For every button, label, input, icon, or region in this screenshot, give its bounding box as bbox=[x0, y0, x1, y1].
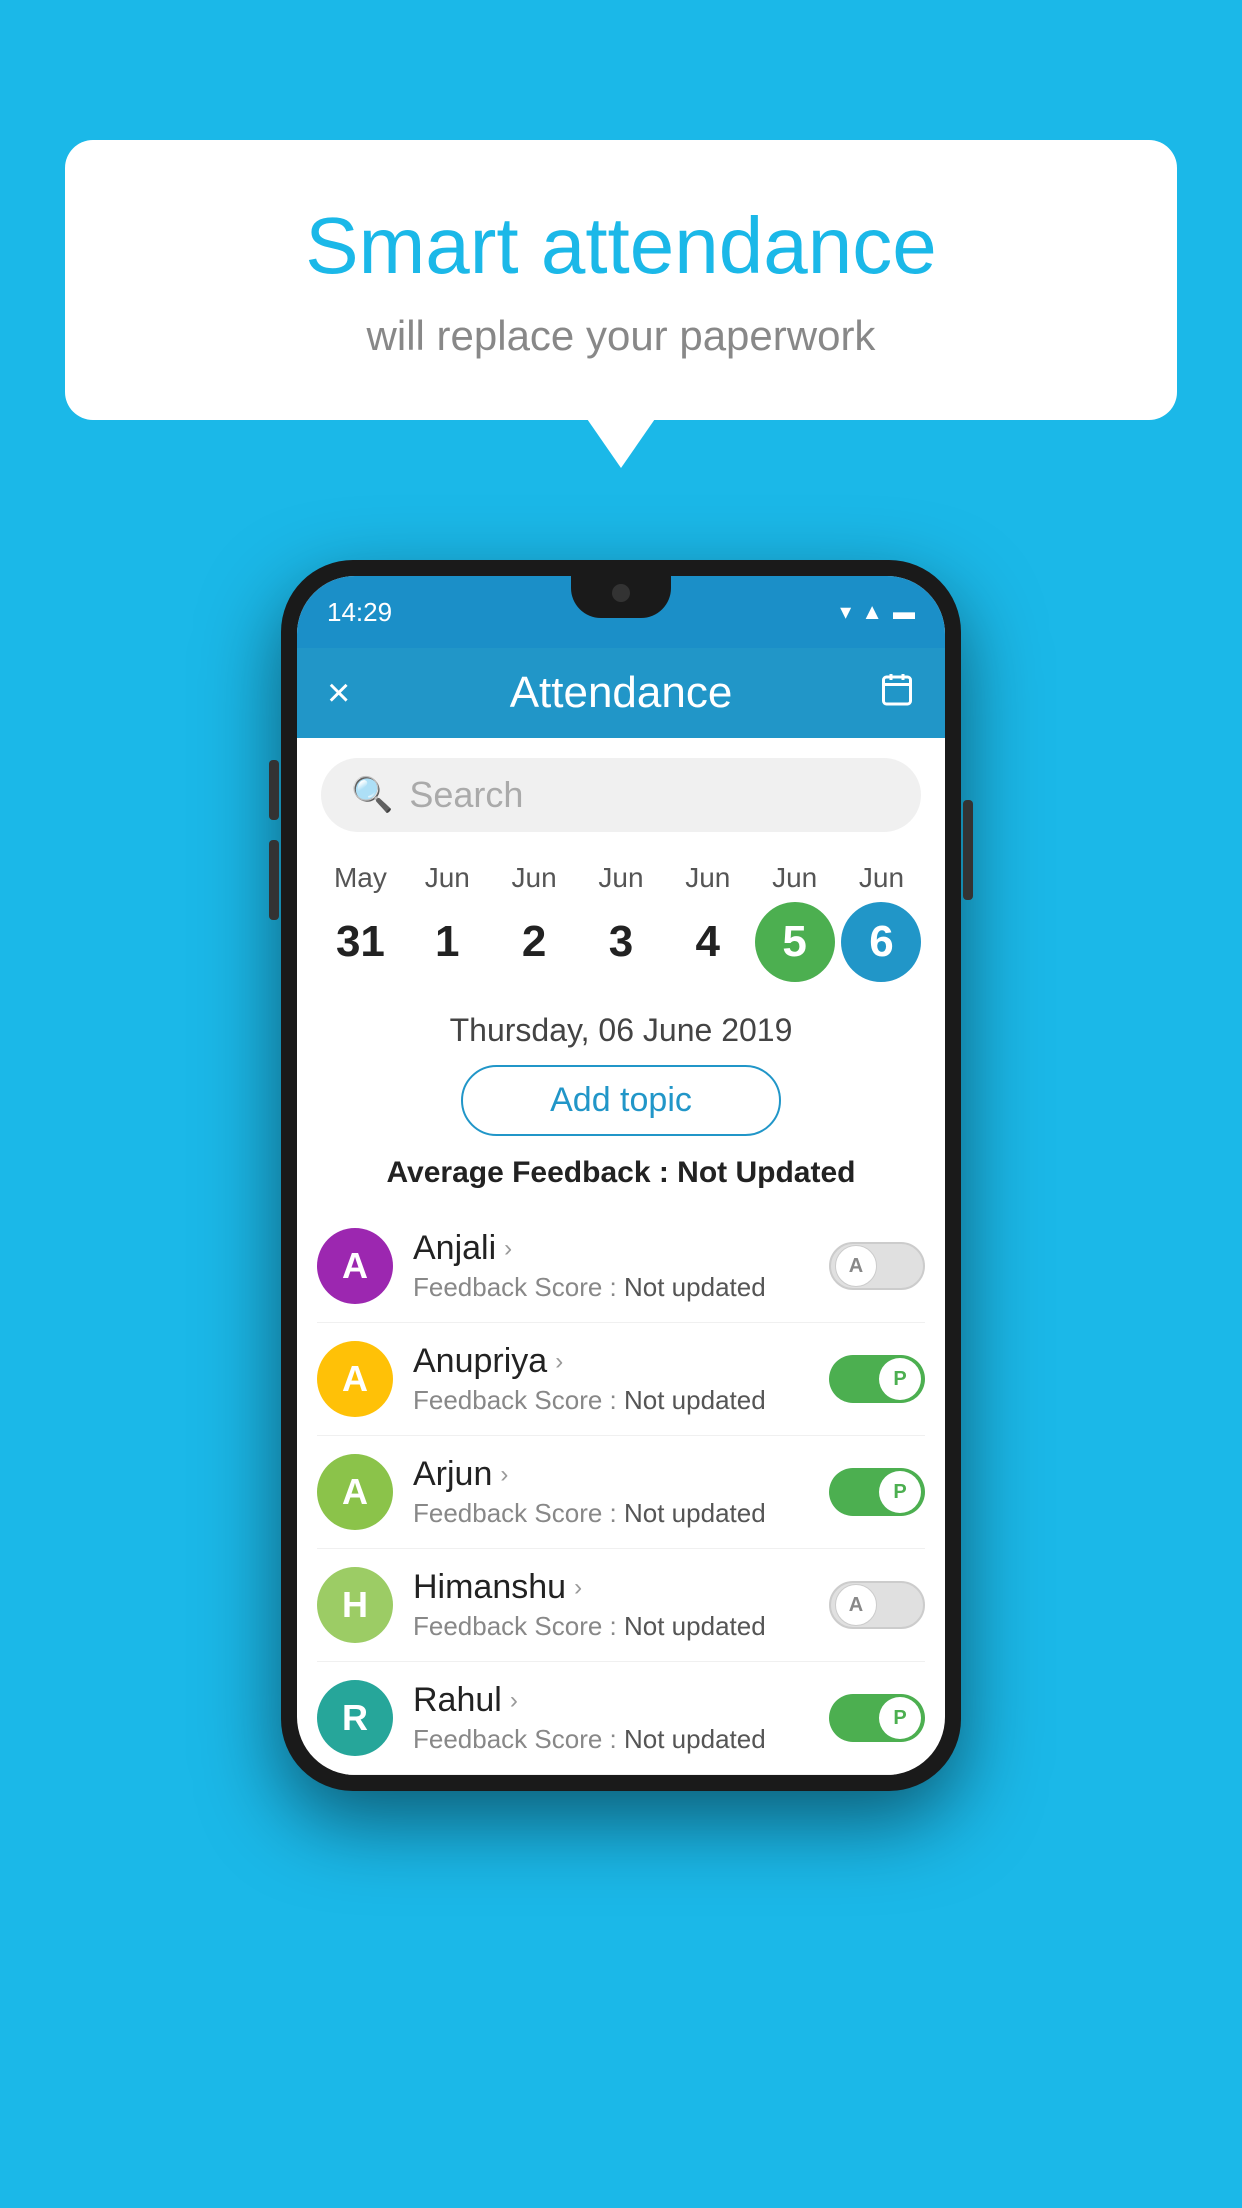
student-info-4: Rahul › Feedback Score : Not updated bbox=[413, 1681, 829, 1755]
chevron-icon-2: › bbox=[500, 1461, 508, 1489]
avg-feedback-value: Not Updated bbox=[677, 1156, 855, 1189]
front-camera bbox=[612, 584, 630, 602]
speech-bubble-title: Smart attendance bbox=[145, 200, 1097, 292]
student-item-0[interactable]: AAnjali ›Feedback Score : Not updatedA bbox=[317, 1210, 925, 1323]
student-avatar-0: A bbox=[317, 1228, 393, 1304]
calendar-date-3[interactable]: 3 bbox=[581, 902, 661, 982]
attendance-toggle-0[interactable]: A bbox=[829, 1242, 925, 1290]
selected-date-display: Thursday, 06 June 2019 bbox=[297, 1012, 945, 1049]
calendar-strip: MayJunJunJunJunJunJun 31123456 bbox=[297, 852, 945, 1002]
calendar-month-1: Jun bbox=[407, 862, 487, 894]
student-avatar-2: A bbox=[317, 1454, 393, 1530]
student-name-1: Anupriya › bbox=[413, 1342, 829, 1381]
feedback-score-0: Feedback Score : Not updated bbox=[413, 1272, 829, 1303]
phone-outer: 14:29 ▾ ▲ ▬ × Attendance bbox=[281, 560, 961, 1791]
search-icon: 🔍 bbox=[351, 775, 393, 815]
feedback-score-1: Feedback Score : Not updated bbox=[413, 1385, 829, 1416]
status-bar: 14:29 ▾ ▲ ▬ bbox=[297, 576, 945, 648]
app-bar: × Attendance bbox=[297, 648, 945, 738]
student-name-2: Arjun › bbox=[413, 1455, 829, 1494]
chevron-icon-4: › bbox=[510, 1687, 518, 1715]
average-feedback: Average Feedback : Not Updated bbox=[297, 1156, 945, 1190]
battery-icon: ▬ bbox=[893, 599, 915, 625]
toggle-knob-1: P bbox=[879, 1358, 921, 1400]
student-item-2[interactable]: A Arjun › Feedback Score : Not updated P bbox=[317, 1436, 925, 1549]
student-avatar-4: R bbox=[317, 1680, 393, 1756]
student-item-1[interactable]: A Anupriya › Feedback Score : Not updated P bbox=[317, 1323, 925, 1436]
calendar-month-3: Jun bbox=[581, 862, 661, 894]
search-bar[interactable]: 🔍 Search bbox=[321, 758, 921, 832]
speech-bubble-subtitle: will replace your paperwork bbox=[145, 312, 1097, 360]
power-button[interactable] bbox=[963, 800, 973, 900]
student-name-0: Anjali › bbox=[413, 1229, 829, 1268]
calendar-month-2: Jun bbox=[494, 862, 574, 894]
attendance-toggle-3[interactable]: A bbox=[829, 1581, 925, 1629]
toggle-knob-4: P bbox=[879, 1697, 921, 1739]
feedback-score-4: Feedback Score : Not updated bbox=[413, 1724, 829, 1755]
status-time: 14:29 bbox=[327, 597, 392, 628]
feedback-score-2: Feedback Score : Not updated bbox=[413, 1498, 829, 1529]
toggle-knob-3: A bbox=[835, 1584, 877, 1626]
phone-wrapper: 14:29 ▾ ▲ ▬ × Attendance bbox=[281, 560, 961, 1791]
student-info-0: Anjali › Feedback Score : Not updated bbox=[413, 1229, 829, 1303]
search-placeholder: Search bbox=[409, 774, 523, 816]
calendar-date-4[interactable]: 4 bbox=[668, 902, 748, 982]
calendar-month-4: Jun bbox=[668, 862, 748, 894]
student-avatar-1: A bbox=[317, 1341, 393, 1417]
student-item-3[interactable]: H Himanshu › Feedback Score : Not updatedA bbox=[317, 1549, 925, 1662]
status-icons: ▾ ▲ ▬ bbox=[840, 599, 915, 625]
attendance-toggle-1[interactable]: P bbox=[829, 1355, 925, 1403]
calendar-icon[interactable] bbox=[855, 671, 915, 716]
volume-up-button[interactable] bbox=[269, 760, 279, 820]
signal-icon: ▲ bbox=[861, 599, 883, 625]
attendance-toggle-2[interactable]: P bbox=[829, 1468, 925, 1516]
student-item-4[interactable]: R Rahul › Feedback Score : Not updated P bbox=[317, 1662, 925, 1775]
calendar-date-1[interactable]: 1 bbox=[407, 902, 487, 982]
student-info-1: Anupriya › Feedback Score : Not updated bbox=[413, 1342, 829, 1416]
close-button[interactable]: × bbox=[327, 671, 387, 716]
calendar-dates-row[interactable]: 31123456 bbox=[317, 902, 925, 982]
phone-screen: 14:29 ▾ ▲ ▬ × Attendance bbox=[297, 576, 945, 1775]
volume-down-button[interactable] bbox=[269, 840, 279, 920]
student-name-4: Rahul › bbox=[413, 1681, 829, 1720]
app-bar-title: Attendance bbox=[387, 668, 855, 718]
attendance-toggle-4[interactable]: P bbox=[829, 1694, 925, 1742]
phone-notch bbox=[571, 576, 671, 618]
calendar-date-5[interactable]: 5 bbox=[755, 902, 835, 982]
calendar-months-row: MayJunJunJunJunJunJun bbox=[317, 862, 925, 894]
chevron-icon-0: › bbox=[504, 1235, 512, 1263]
toggle-knob-2: P bbox=[879, 1471, 921, 1513]
add-topic-button[interactable]: Add topic bbox=[461, 1065, 781, 1136]
student-avatar-3: H bbox=[317, 1567, 393, 1643]
chevron-icon-1: › bbox=[555, 1348, 563, 1376]
calendar-date-2[interactable]: 2 bbox=[494, 902, 574, 982]
student-name-3: Himanshu › bbox=[413, 1568, 829, 1607]
calendar-month-5: Jun bbox=[755, 862, 835, 894]
chevron-icon-3: › bbox=[574, 1574, 582, 1602]
avg-feedback-label: Average Feedback : bbox=[386, 1156, 677, 1189]
student-info-2: Arjun › Feedback Score : Not updated bbox=[413, 1455, 829, 1529]
toggle-knob-0: A bbox=[835, 1245, 877, 1287]
speech-bubble: Smart attendance will replace your paper… bbox=[65, 140, 1177, 420]
calendar-month-0: May bbox=[320, 862, 400, 894]
calendar-date-6[interactable]: 6 bbox=[841, 902, 921, 982]
feedback-score-3: Feedback Score : Not updated bbox=[413, 1611, 829, 1642]
calendar-date-0[interactable]: 31 bbox=[320, 902, 400, 982]
calendar-month-6: Jun bbox=[841, 862, 921, 894]
wifi-icon: ▾ bbox=[840, 599, 851, 625]
student-info-3: Himanshu › Feedback Score : Not updated bbox=[413, 1568, 829, 1642]
student-list: AAnjali ›Feedback Score : Not updatedAAA… bbox=[297, 1210, 945, 1775]
speech-bubble-container: Smart attendance will replace your paper… bbox=[65, 140, 1177, 420]
